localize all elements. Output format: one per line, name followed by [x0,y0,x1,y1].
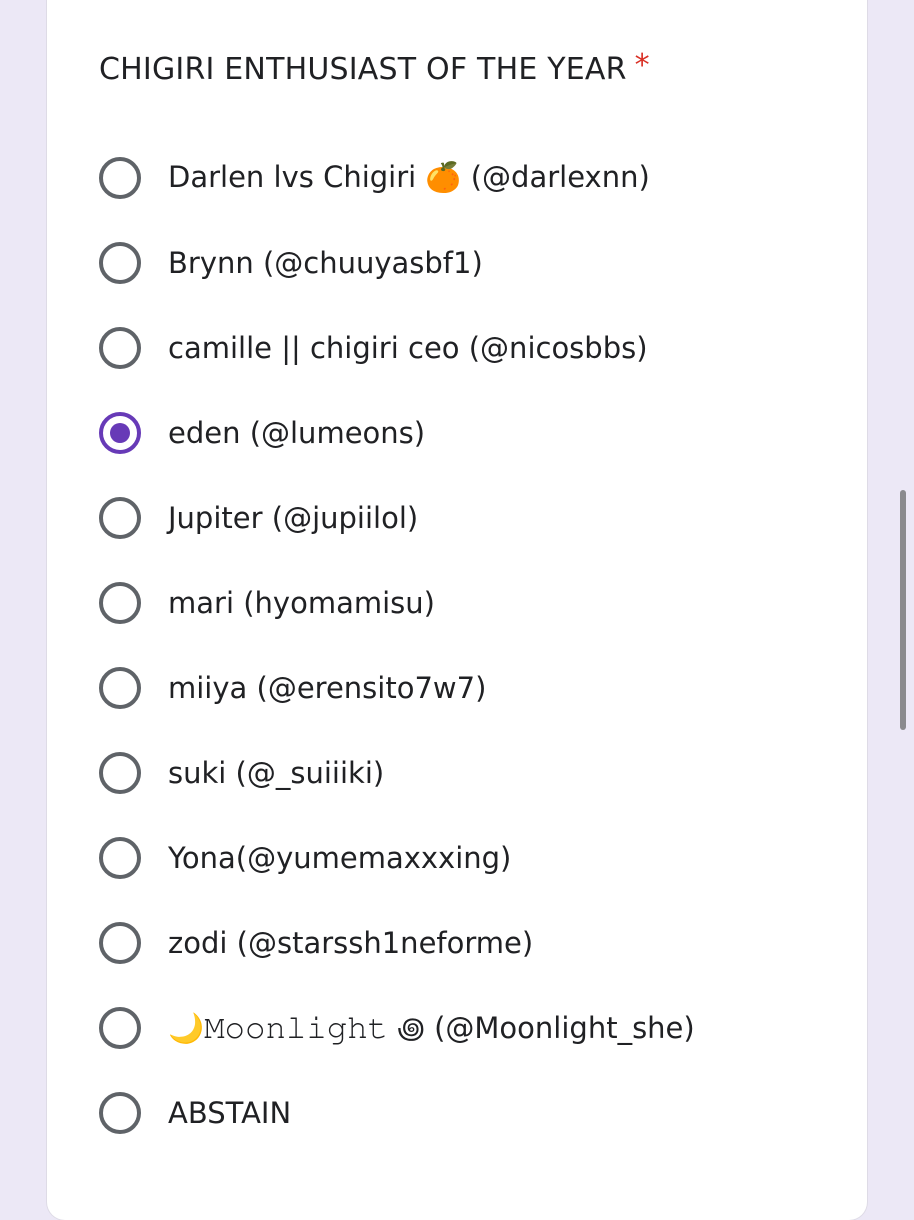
radio-option-brynn[interactable]: Brynn (@chuuyasbf1) [99,220,839,305]
radio-button[interactable] [99,241,141,284]
radio-button[interactable] [99,156,141,199]
radio-button[interactable] [99,496,141,539]
radio-option-zodi[interactable]: zodi (@starssh1neforme) [99,900,839,985]
option-label: ABSTAIN [168,1095,292,1130]
radio-option-moonlight[interactable]: 🌙𝙼𝚘𝚘𝚗𝚕𝚒𝚐𝚑𝚝 ꩜ (@Moonlight_she) [99,985,839,1070]
radio-option-mari[interactable]: mari (hyomamisu) [99,560,839,645]
scrollbar-thumb[interactable] [900,490,906,730]
radio-options-list: Darlen lvs Chigiri 🍊 (@darlexnn) Brynn (… [99,135,839,1155]
radio-button[interactable] [99,326,141,369]
radio-button[interactable] [99,1006,141,1049]
radio-button[interactable] [99,921,141,964]
radio-button-selected[interactable] [99,411,141,454]
option-label: mari (hyomamisu) [168,585,435,620]
radio-option-miiya[interactable]: miiya (@erensito7w7) [99,645,839,730]
option-label: eden (@lumeons) [168,415,426,450]
question-title: CHIGIRI ENTHUSIAST OF THE YEAR [99,52,627,87]
option-label: Yona(@yumemaxxxing) [168,840,512,875]
radio-option-jupiter[interactable]: Jupiter (@jupiilol) [99,475,839,560]
radio-option-yona[interactable]: Yona(@yumemaxxxing) [99,815,839,900]
option-label: 🌙𝙼𝚘𝚘𝚗𝚕𝚒𝚐𝚑𝚝 ꩜ (@Moonlight_she) [168,1010,695,1045]
option-label: Darlen lvs Chigiri 🍊 (@darlexnn) [168,160,650,194]
radio-button[interactable] [99,751,141,794]
radio-button[interactable] [99,1091,141,1134]
radio-button[interactable] [99,581,141,624]
radio-option-abstain[interactable]: ABSTAIN [99,1070,839,1155]
option-label: suki (@_suiiiki) [168,755,385,790]
option-label: camille || chigiri ceo (@nicosbbs) [168,330,648,365]
option-label: Brynn (@chuuyasbf1) [168,245,483,280]
required-asterisk: * [634,48,650,83]
radio-option-darlen[interactable]: Darlen lvs Chigiri 🍊 (@darlexnn) [99,135,839,220]
option-label: miiya (@erensito7w7) [168,670,487,705]
radio-option-camille[interactable]: camille || chigiri ceo (@nicosbbs) [99,305,839,390]
radio-option-eden[interactable]: eden (@lumeons) [99,390,839,475]
option-label: Jupiter (@jupiilol) [168,500,419,535]
radio-button[interactable] [99,836,141,879]
radio-option-suki[interactable]: suki (@_suiiiki) [99,730,839,815]
radio-button[interactable] [99,666,141,709]
question-title-row: CHIGIRI ENTHUSIAST OF THE YEAR * [99,48,650,87]
option-label: zodi (@starssh1neforme) [168,925,534,960]
